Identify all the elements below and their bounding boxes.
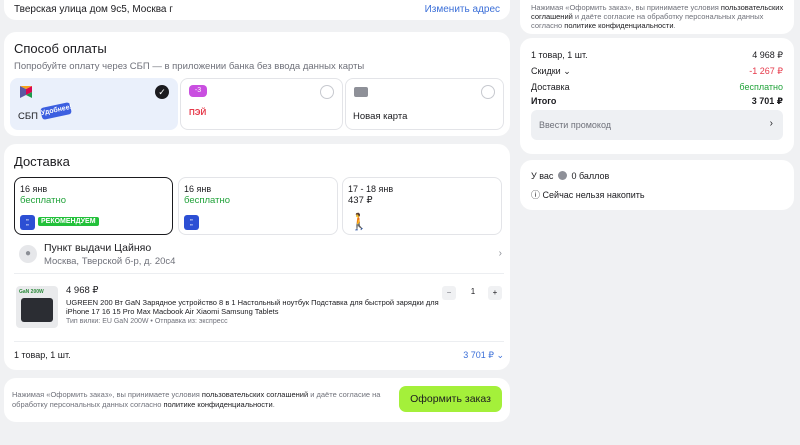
chevron-right-icon: › — [498, 248, 502, 259]
bonus-info: ⓘ Сейчас нельзя накопить — [531, 190, 645, 200]
courier-walking-icon: 🚶 — [349, 214, 369, 231]
payment-option-new-card[interactable]: Новая карта — [345, 78, 504, 130]
order-summary: 1 товар, 1 шт. 4 968 ₽ Скидки ⌄ -1 267 ₽… — [520, 38, 794, 154]
privacy-policy-link[interactable]: политике конфиденциальности — [163, 400, 272, 409]
order-bar: Нажимая «Оформить заказ», вы принимаете … — [4, 378, 510, 422]
points-icon — [557, 171, 567, 180]
address-card: Тверская улица дом 9с5, Москва г Изменит… — [4, 0, 510, 20]
pay-brand-label: ПЭЙ — [189, 108, 207, 117]
terms-text: Нажимая «Оформить заказ», вы принимаете … — [12, 390, 381, 409]
decrease-button[interactable]: − — [442, 286, 456, 300]
item-name[interactable]: UGREEN 200 Вт GaN Зарядное устройство 8 … — [66, 298, 446, 316]
privacy-policy-link[interactable]: политике конфиденциальности — [564, 21, 673, 30]
carrier-logo-icon: ▪▪ ▪▪ — [184, 215, 199, 230]
delivery-price: бесплатно — [184, 195, 231, 206]
delivery-option[interactable]: 16 янв бесплатно ▪▪ ▪▪ — [178, 177, 338, 235]
payment-option-label: Новая карта — [353, 111, 408, 122]
sbp-badge: Удобнее! — [40, 102, 73, 120]
chevron-down-icon: ⌄ — [496, 350, 504, 360]
promo-code-field[interactable]: Ввести промокод › — [531, 110, 783, 140]
increase-button[interactable]: + — [488, 286, 502, 300]
item-meta: Тип вилки: EU GaN 200W • Отправка из: эк… — [66, 318, 228, 325]
card-icon — [354, 87, 368, 97]
item-price: 4 968 ₽ — [66, 285, 99, 296]
quantity-value: 1 — [470, 287, 476, 296]
payment-option-sbp[interactable]: Удобнее! СБП ✓ — [10, 78, 178, 130]
delivery-option[interactable]: 16 янв бесплатно ▪▪ ▪▪ РЕКОМЕНДУЕМ — [14, 177, 173, 235]
chevron-right-icon: › — [769, 118, 773, 129]
bonus-balance: У вас 0 баллов — [531, 171, 610, 181]
delivery-date: 16 янв — [184, 184, 212, 194]
carrier-logo-icon: ▪▪ ▪▪ — [20, 215, 35, 230]
payment-card: Способ оплаты Попробуйте оплату через СБ… — [4, 32, 510, 136]
radio-icon[interactable] — [481, 85, 495, 99]
payment-title: Способ оплаты — [14, 41, 107, 56]
delivery-date: 16 янв — [20, 184, 48, 194]
bonus-card: У вас 0 баллов ⓘ Сейчас нельзя накопить — [520, 160, 794, 210]
summary-row: 1 товар, 1 шт. 4 968 ₽ — [531, 50, 783, 60]
delivery-title: Доставка — [14, 154, 70, 169]
summary-row: Доставка бесплатно — [531, 82, 783, 92]
delivery-price: бесплатно — [20, 195, 67, 206]
payment-subtitle: Попробуйте оплату через СБП — в приложен… — [14, 61, 365, 72]
discount-badge: -3 — [189, 85, 207, 97]
delivery-address: Тверская улица дом 9с5, Москва г — [14, 4, 173, 15]
recommended-badge: РЕКОМЕНДУЕМ — [38, 217, 99, 226]
location-pin-icon: ● — [19, 245, 37, 263]
info-icon: ⓘ — [531, 190, 541, 200]
payment-option-label: СБП — [18, 111, 38, 122]
radio-icon[interactable] — [320, 85, 334, 99]
pickup-title: Пункт выдачи Цайняо — [44, 242, 152, 254]
sbp-logo-icon — [20, 86, 32, 98]
delivery-price: 437 ₽ — [348, 195, 373, 206]
payment-option-pay[interactable]: -3 ПЭЙ — [180, 78, 343, 130]
pickup-point[interactable]: ● Пункт выдачи Цайняо Москва, Тверской б… — [14, 240, 504, 274]
place-order-button[interactable]: Оформить заказ — [399, 386, 502, 412]
quantity-stepper: − 1 + — [442, 286, 502, 300]
change-address-link[interactable]: Изменить адрес — [425, 4, 500, 15]
pickup-address: Москва, Тверской б-р, д. 20с4 — [44, 256, 176, 267]
user-agreement-link[interactable]: пользовательских соглашений — [202, 390, 308, 399]
items-count: 1 товар, 1 шт. — [14, 350, 71, 360]
delivery-date: 17 - 18 янв — [348, 184, 394, 194]
chevron-down-icon: ⌄ — [563, 66, 571, 76]
delivery-total-toggle[interactable]: 3 701 ₽ ⌄ — [463, 350, 504, 361]
cart-item: GaN 200W 4 968 ₽ UGREEN 200 Вт GaN Заряд… — [14, 280, 504, 336]
terms-card: Нажимая «Оформить заказ», вы принимаете … — [520, 0, 794, 34]
delivery-total: 3 701 ₽ — [463, 350, 494, 360]
terms-text: Нажимая «Оформить заказ», вы принимаете … — [531, 3, 784, 30]
delivery-footer: 1 товар, 1 шт. 3 701 ₽ ⌄ — [14, 341, 504, 361]
delivery-option[interactable]: 17 - 18 янв 437 ₽ 🚶 — [342, 177, 502, 235]
promo-placeholder: Ввести промокод — [539, 120, 612, 130]
summary-total: Итого 3 701 ₽ — [531, 96, 783, 106]
delivery-card: Доставка 16 янв бесплатно ▪▪ ▪▪ РЕКОМЕНДУ… — [4, 144, 510, 370]
summary-row-discounts[interactable]: Скидки ⌄ -1 267 ₽ — [531, 66, 783, 78]
product-image-label: GaN 200W — [19, 289, 44, 295]
product-image[interactable]: GaN 200W — [16, 286, 58, 328]
radio-checked-icon[interactable]: ✓ — [155, 85, 169, 99]
